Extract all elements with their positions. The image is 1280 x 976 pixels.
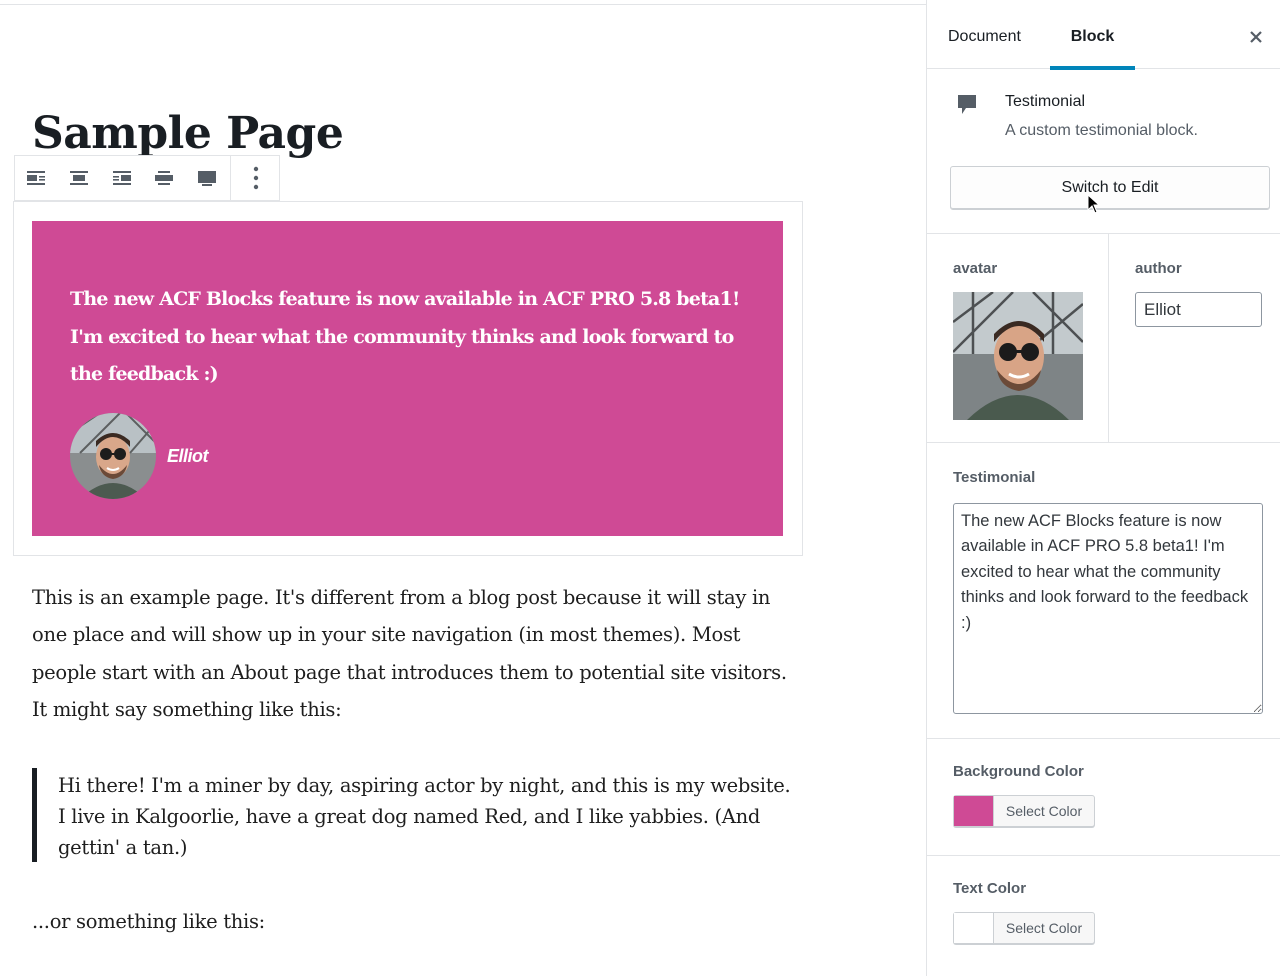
- testimonial-author-name: Elliot: [167, 445, 209, 466]
- close-sidebar-button[interactable]: [1241, 22, 1271, 52]
- avatar-photo: [70, 413, 156, 499]
- sidebar-tabs: Document Block: [927, 0, 1280, 70]
- block-card-title: Testimonial: [1005, 93, 1086, 110]
- toolbar-separator: [230, 156, 232, 200]
- field-divider: [1108, 234, 1109, 443]
- switch-to-edit-button[interactable]: Switch to Edit: [950, 166, 1270, 210]
- align-wide-button[interactable]: [143, 156, 186, 200]
- text-color-swatch: [954, 913, 994, 943]
- align-center-button[interactable]: [58, 156, 101, 200]
- testimonial-textarea[interactable]: The new ACF Blocks feature is now availa…: [953, 503, 1263, 714]
- block-card: Testimonial A custom testimonial block. …: [927, 70, 1280, 234]
- cursor-arrow-icon: [1087, 193, 1101, 214]
- author-input[interactable]: [1135, 292, 1262, 327]
- avatar-author-fields: avatar author: [927, 234, 1280, 443]
- block-toolbar: [14, 155, 280, 201]
- tab-block[interactable]: Block: [1050, 0, 1135, 70]
- align-left-icon: [27, 171, 46, 185]
- more-options-icon: [253, 166, 259, 190]
- testimonial-avatar: [70, 413, 156, 499]
- more-options-button[interactable]: [233, 156, 279, 200]
- align-wide-icon: [155, 171, 174, 185]
- blockquote-text: Hi there! I'm a miner by day, aspiring a…: [58, 774, 791, 859]
- settings-sidebar: Document Block Testimonial A custom test…: [926, 0, 1280, 976]
- block-card-description: A custom testimonial block.: [1005, 122, 1198, 139]
- align-full-icon: [198, 171, 217, 186]
- tail-paragraph[interactable]: ...or something like this:: [32, 905, 265, 939]
- background-color-swatch: [954, 796, 994, 826]
- testimonial-label: Testimonial: [953, 469, 1036, 486]
- avatar-photo: [953, 292, 1083, 420]
- comment-icon: [958, 95, 976, 114]
- align-right-icon: [112, 171, 131, 185]
- top-divider: [0, 4, 926, 5]
- align-full-button[interactable]: [186, 156, 229, 200]
- close-icon: [1250, 31, 1262, 43]
- select-color-label: Select Color: [1005, 920, 1083, 936]
- testimonial-block[interactable]: The new ACF Blocks feature is now availa…: [32, 221, 783, 536]
- text-color-picker[interactable]: Select Color: [953, 912, 1095, 944]
- align-center-icon: [70, 171, 88, 185]
- author-label: author: [1135, 260, 1182, 277]
- blockquote[interactable]: Hi there! I'm a miner by day, aspiring a…: [32, 768, 792, 862]
- text-color-field: Text Color Select Color: [927, 856, 1280, 976]
- avatar-field-image[interactable]: [953, 292, 1083, 420]
- mouse-cursor: [1087, 193, 1101, 219]
- testimonial-field: Testimonial The new ACF Blocks feature i…: [927, 443, 1280, 739]
- block-card-icon: [957, 94, 977, 121]
- testimonial-author: Elliot: [70, 413, 209, 499]
- align-left-button[interactable]: [15, 156, 58, 200]
- background-color-field: Background Color Select Color: [927, 739, 1280, 856]
- testimonial-text: The new ACF Blocks feature is now availa…: [70, 288, 740, 385]
- tab-block-label: Block: [1070, 28, 1115, 45]
- tab-document[interactable]: Document: [948, 0, 1021, 69]
- editor-canvas: Sample Page The new ACF Blocks feature i…: [0, 0, 926, 976]
- page-paragraph[interactable]: This is an example page. It's different …: [32, 579, 802, 728]
- align-right-button[interactable]: [100, 156, 143, 200]
- text-color-label: Text Color: [953, 880, 1027, 897]
- avatar-label: avatar: [953, 260, 998, 277]
- background-color-label: Background Color: [953, 763, 1084, 780]
- select-color-label: Select Color: [1005, 803, 1083, 819]
- background-color-picker[interactable]: Select Color: [953, 795, 1095, 827]
